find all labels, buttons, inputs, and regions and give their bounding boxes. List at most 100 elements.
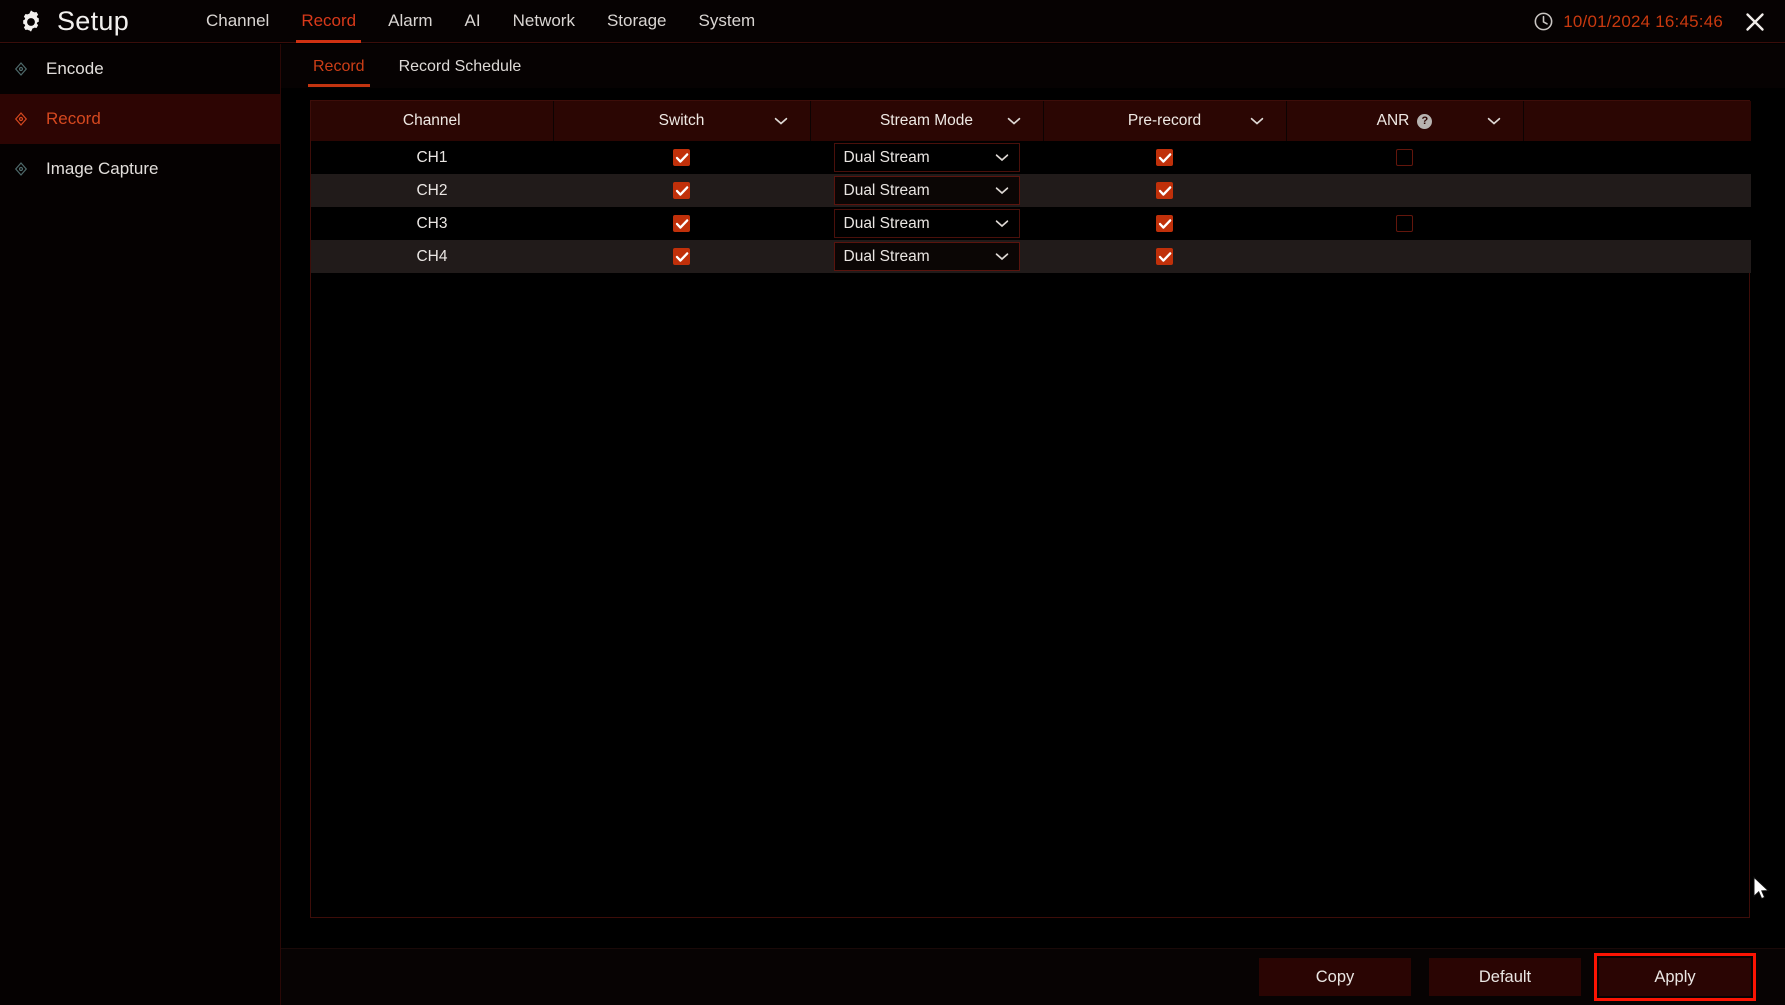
cell-pre-record[interactable] bbox=[1043, 207, 1286, 240]
nav-label: Channel bbox=[206, 11, 270, 30]
nav-item-alarm[interactable]: Alarm bbox=[372, 0, 448, 43]
tab-record[interactable]: Record bbox=[299, 46, 379, 88]
column-label: Channel bbox=[402, 112, 461, 129]
chevron-down-icon bbox=[995, 219, 1009, 228]
node-icon bbox=[12, 60, 30, 78]
nav-item-record[interactable]: Record bbox=[285, 0, 372, 43]
default-button[interactable]: Default bbox=[1429, 958, 1581, 996]
column-header-spacer bbox=[1523, 101, 1751, 141]
cell-pre-record[interactable] bbox=[1043, 240, 1286, 273]
cell-stream-mode[interactable]: Dual Stream bbox=[810, 141, 1043, 174]
tab-label: Record bbox=[313, 58, 365, 75]
sidebar-item-label: Record bbox=[46, 109, 101, 128]
pre-record-checkbox[interactable] bbox=[1156, 148, 1173, 166]
record-table: Channel Switch Stream Mode Pre-record AN… bbox=[311, 101, 1751, 273]
switch-checkbox[interactable] bbox=[673, 247, 690, 265]
nav-item-storage[interactable]: Storage bbox=[591, 0, 683, 43]
clock-icon bbox=[1533, 11, 1554, 32]
sidebar-item-encode[interactable]: Encode bbox=[0, 44, 280, 94]
table-row: CH2 Dual Stream bbox=[311, 174, 1751, 207]
anr-checkbox[interactable] bbox=[1396, 148, 1413, 166]
cell-switch[interactable] bbox=[553, 240, 810, 273]
cell-anr[interactable] bbox=[1286, 174, 1523, 207]
column-header-stream-mode[interactable]: Stream Mode bbox=[810, 101, 1044, 141]
stream-mode-value: Dual Stream bbox=[843, 148, 930, 166]
cell-anr[interactable] bbox=[1286, 207, 1523, 240]
tab-label: Record Schedule bbox=[398, 58, 522, 75]
column-header-anr[interactable]: ANR ? bbox=[1286, 101, 1524, 141]
stream-mode-value: Dual Stream bbox=[843, 247, 930, 265]
nav-item-network[interactable]: Network bbox=[497, 0, 591, 43]
switch-checkbox[interactable] bbox=[673, 148, 690, 166]
button-label: Copy bbox=[1315, 967, 1355, 986]
stream-mode-dropdown[interactable]: Dual Stream bbox=[833, 176, 1020, 205]
nav-label: Network bbox=[512, 11, 575, 30]
chevron-down-icon[interactable] bbox=[1250, 117, 1264, 126]
datetime-text: 10/01/2024 16:45:46 bbox=[1563, 11, 1723, 31]
apply-button[interactable]: Apply bbox=[1594, 953, 1756, 1001]
cell-spacer bbox=[1523, 240, 1751, 273]
cell-channel: CH3 bbox=[311, 207, 553, 240]
node-icon bbox=[12, 110, 30, 128]
nav-label: Record bbox=[301, 11, 357, 30]
column-label: ANR bbox=[1376, 112, 1410, 129]
chevron-down-icon[interactable] bbox=[1007, 117, 1021, 126]
nav-label: Alarm bbox=[388, 11, 433, 30]
cell-stream-mode[interactable]: Dual Stream bbox=[810, 174, 1043, 207]
chevron-down-icon bbox=[995, 252, 1009, 261]
button-label: Apply bbox=[1654, 967, 1696, 986]
pre-record-checkbox[interactable] bbox=[1156, 181, 1173, 199]
cell-anr[interactable] bbox=[1286, 240, 1523, 273]
column-label: Pre-record bbox=[1127, 112, 1202, 129]
cell-spacer bbox=[1523, 141, 1751, 174]
cell-anr[interactable] bbox=[1286, 141, 1523, 174]
stream-mode-dropdown[interactable]: Dual Stream bbox=[833, 242, 1020, 271]
tab-record-schedule[interactable]: Record Schedule bbox=[385, 46, 536, 88]
table-body: CH1 Dual Stream CH2 Dual Stream CH3 Dual… bbox=[311, 141, 1751, 273]
nav-item-channel[interactable]: Channel bbox=[190, 0, 285, 43]
cell-spacer bbox=[1523, 174, 1751, 207]
nav-item-system[interactable]: System bbox=[683, 0, 772, 43]
anr-checkbox[interactable] bbox=[1396, 214, 1413, 232]
chevron-down-icon[interactable] bbox=[774, 117, 788, 126]
cell-switch[interactable] bbox=[553, 207, 810, 240]
button-label: Default bbox=[1478, 967, 1532, 986]
column-header-pre-record[interactable]: Pre-record bbox=[1043, 101, 1287, 141]
close-button[interactable] bbox=[1738, 7, 1772, 37]
column-label: Switch bbox=[658, 112, 705, 129]
pre-record-checkbox[interactable] bbox=[1156, 214, 1173, 232]
chevron-down-icon bbox=[995, 186, 1009, 195]
column-label: Stream Mode bbox=[879, 112, 974, 129]
chevron-down-icon bbox=[995, 153, 1009, 162]
nav-item-ai[interactable]: AI bbox=[449, 0, 497, 43]
gear-icon bbox=[18, 8, 44, 34]
stream-mode-dropdown[interactable]: Dual Stream bbox=[833, 209, 1020, 238]
nav-label: Storage bbox=[606, 11, 667, 30]
column-header-switch[interactable]: Switch bbox=[553, 101, 811, 141]
chevron-down-icon[interactable] bbox=[1487, 117, 1501, 126]
table-row: CH3 Dual Stream bbox=[311, 207, 1751, 240]
pre-record-checkbox[interactable] bbox=[1156, 247, 1173, 265]
close-icon bbox=[1743, 10, 1767, 34]
sidebar-item-image-capture[interactable]: Image Capture bbox=[0, 144, 280, 194]
cell-channel: CH1 bbox=[311, 141, 553, 174]
switch-checkbox[interactable] bbox=[673, 214, 690, 232]
copy-button[interactable]: Copy bbox=[1259, 958, 1411, 996]
stream-mode-dropdown[interactable]: Dual Stream bbox=[833, 143, 1020, 172]
cell-switch[interactable] bbox=[553, 141, 810, 174]
switch-checkbox[interactable] bbox=[673, 181, 690, 199]
cell-stream-mode[interactable]: Dual Stream bbox=[810, 240, 1043, 273]
table-row: CH1 Dual Stream bbox=[311, 141, 1751, 174]
question-mark-icon[interactable]: ? bbox=[1417, 113, 1433, 129]
nav-label: AI bbox=[464, 11, 481, 30]
cell-pre-record[interactable] bbox=[1043, 141, 1286, 174]
node-icon bbox=[12, 160, 30, 178]
sidebar-item-record[interactable]: Record bbox=[0, 94, 280, 144]
table-header-row: Channel Switch Stream Mode Pre-record AN… bbox=[311, 101, 1751, 141]
nav-label: System bbox=[698, 11, 756, 30]
cell-spacer bbox=[1523, 207, 1751, 240]
cell-channel: CH4 bbox=[311, 240, 553, 273]
cell-pre-record[interactable] bbox=[1043, 174, 1286, 207]
cell-switch[interactable] bbox=[553, 174, 810, 207]
cell-stream-mode[interactable]: Dual Stream bbox=[810, 207, 1043, 240]
